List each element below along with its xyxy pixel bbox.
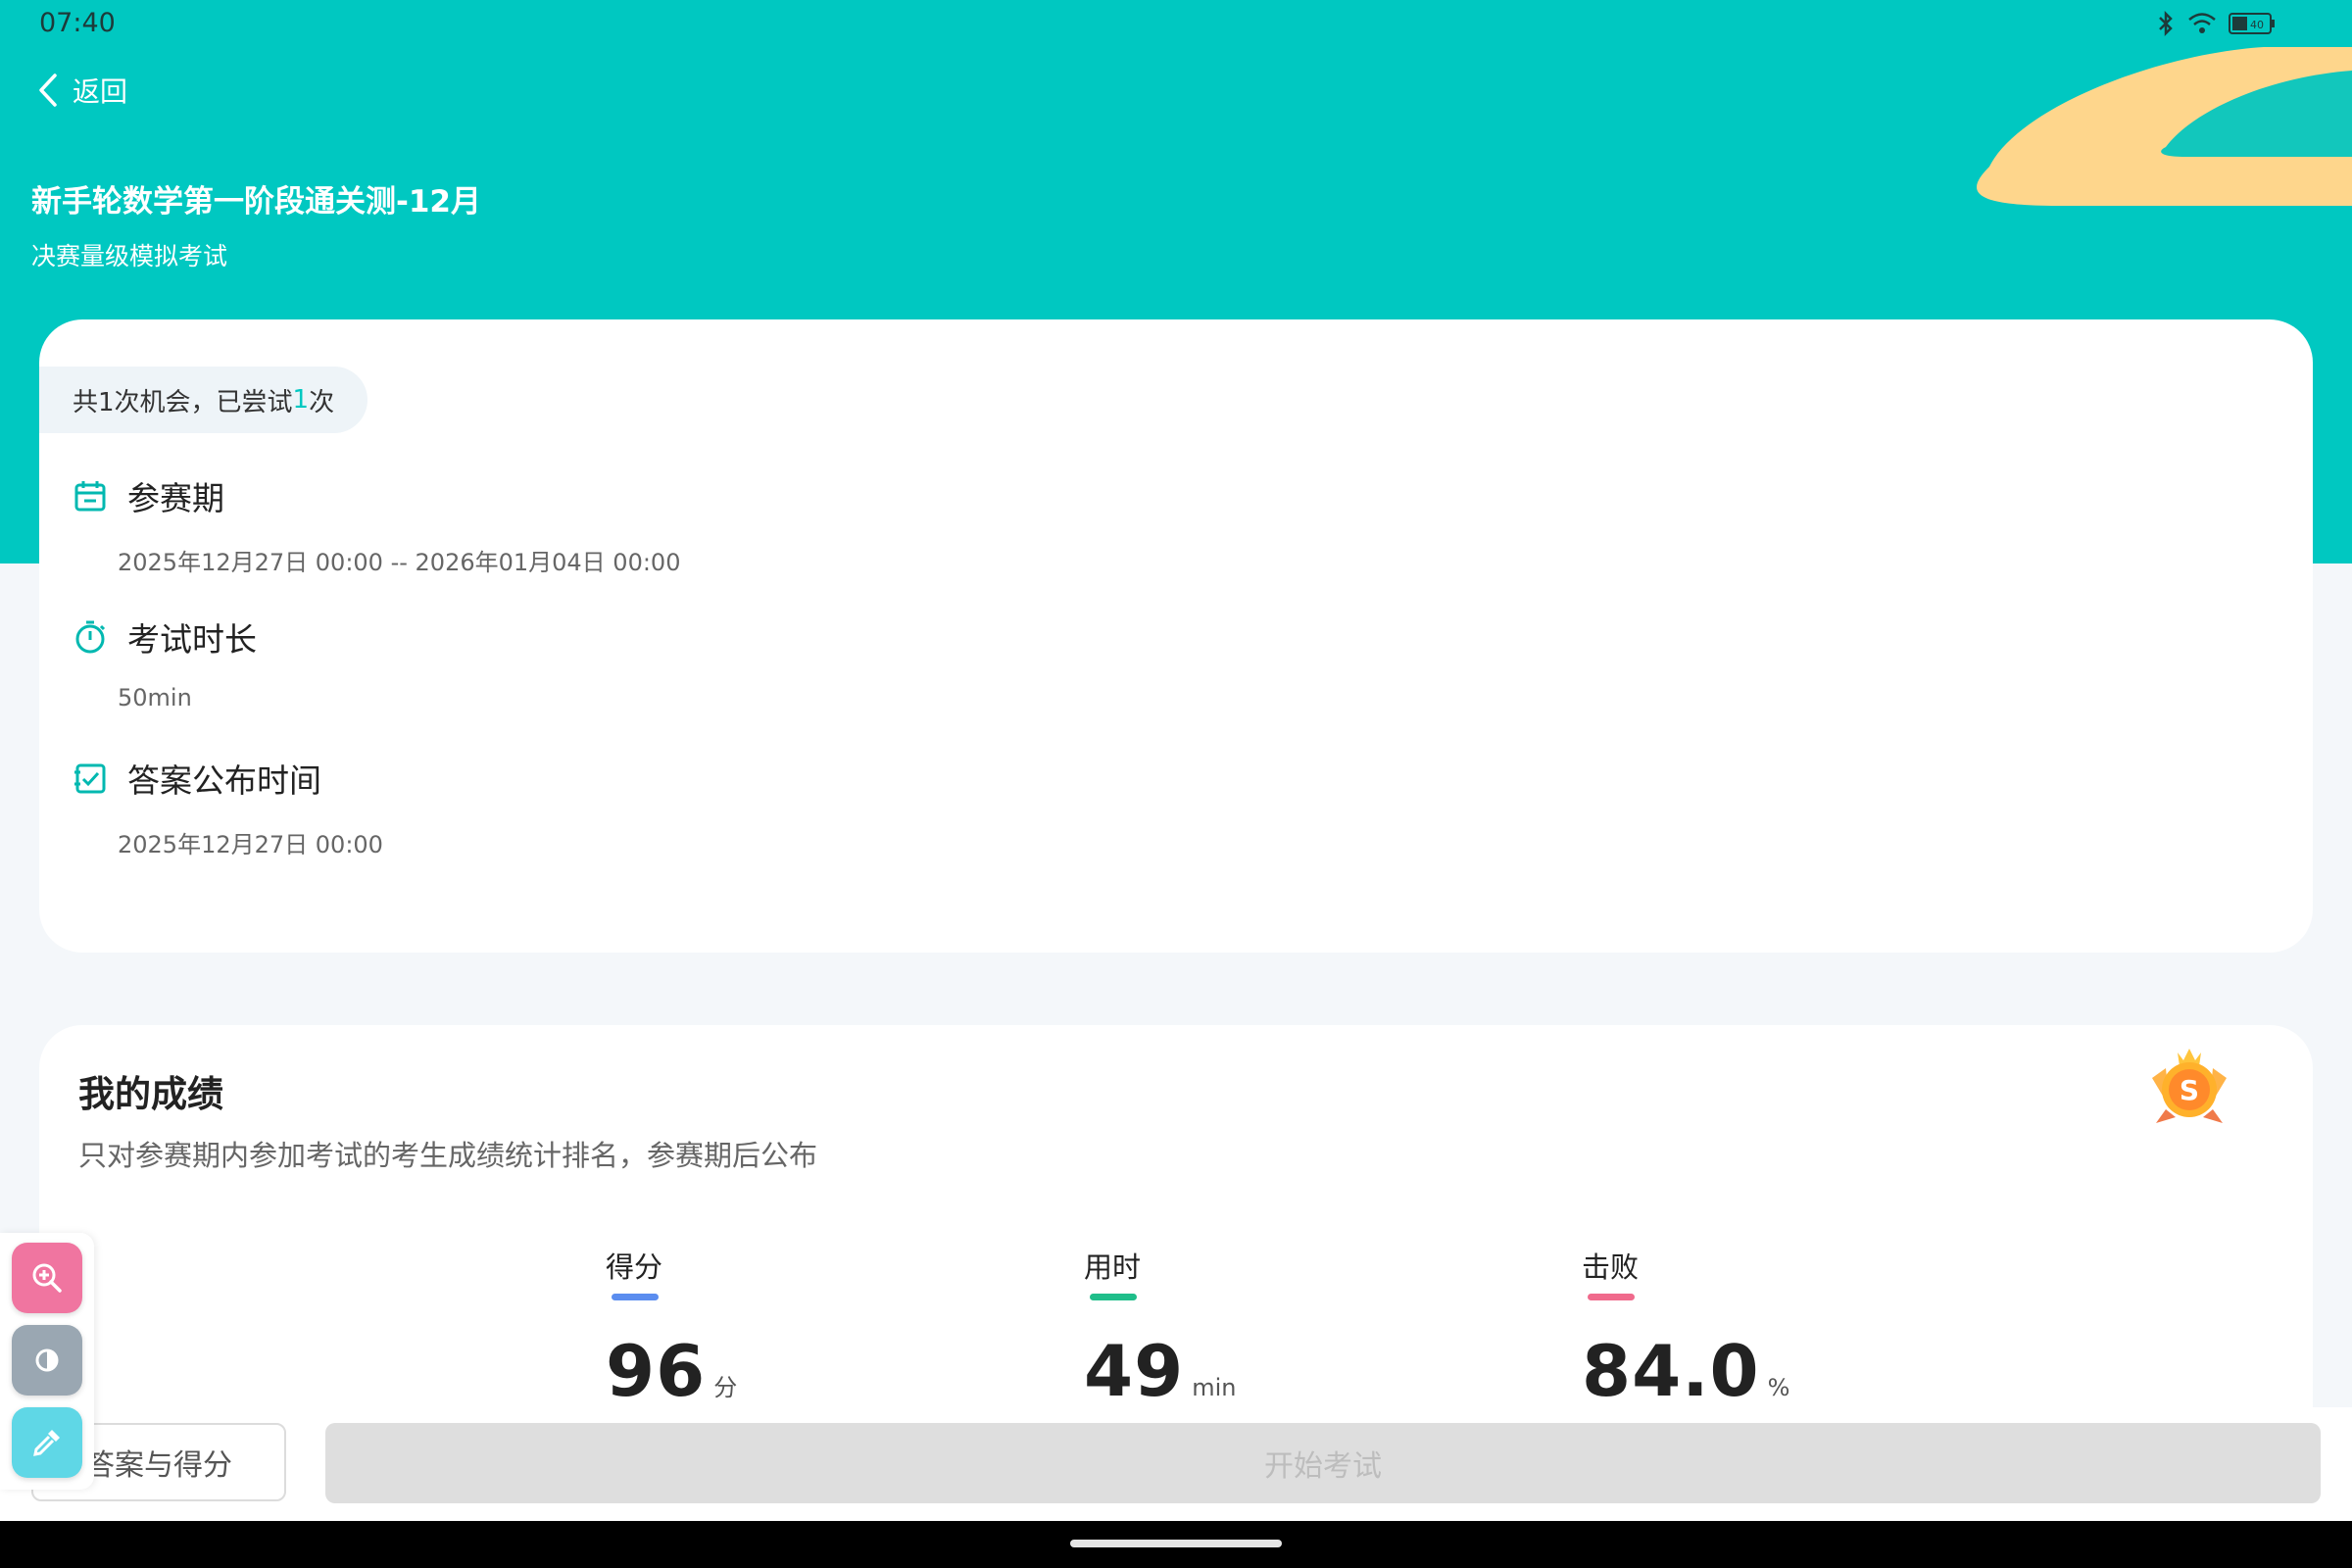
calendar-icon xyxy=(74,481,106,512)
duration-row: 考试时长 xyxy=(73,613,257,661)
score-description: 只对参赛期内参加考试的考生成绩统计排名，参赛期后公布 xyxy=(78,1139,818,1172)
back-button[interactable]: 返回 xyxy=(37,71,127,110)
stopwatch-icon xyxy=(75,620,106,654)
metric-beat-label: 击败 xyxy=(1582,1250,1640,1284)
metric-beat-unit: % xyxy=(1767,1374,1790,1401)
start-exam-button[interactable]: 开始考试 xyxy=(325,1423,2321,1503)
chevron-left-icon xyxy=(39,74,57,107)
score-title: 我的成绩 xyxy=(78,1073,223,1115)
medal-icon: S xyxy=(2152,1049,2227,1123)
metric-time-unit: min xyxy=(1192,1374,1237,1401)
period-value: 2025年12月27日 00:00 -- 2026年01月04日 00:00 xyxy=(118,549,681,576)
duration-value: 50min xyxy=(118,684,192,711)
answer-time-row: 答案公布时间 xyxy=(73,755,321,802)
checklist-icon xyxy=(74,763,106,794)
color-picker-tool-button[interactable] xyxy=(12,1407,82,1478)
metric-score-underline xyxy=(612,1294,659,1300)
battery-level: 40 xyxy=(2250,19,2264,31)
chance-prefix: 共1次机会，已尝试 xyxy=(73,387,293,417)
status-time: 07:40 xyxy=(39,8,116,38)
zoom-tool-button[interactable] xyxy=(12,1243,82,1313)
period-row: 参赛期 xyxy=(73,472,224,519)
metric-time-value: 49 xyxy=(1084,1330,1185,1412)
metric-beat-underline xyxy=(1588,1294,1635,1300)
contrast-tool-button[interactable] xyxy=(12,1325,82,1396)
bluetooth-icon xyxy=(2159,10,2173,37)
metric-score-unit: 分 xyxy=(713,1374,738,1401)
metric-score-value: 96 xyxy=(606,1330,707,1412)
duration-title: 考试时长 xyxy=(127,620,257,659)
page-subtitle: 决赛量级模拟考试 xyxy=(31,242,228,270)
eyedropper-icon xyxy=(33,1430,60,1456)
metric-beat: 击败 84.0 % xyxy=(1582,1245,1789,1412)
home-indicator[interactable] xyxy=(1070,1540,1282,1547)
metric-time-underline xyxy=(1090,1294,1137,1300)
chance-tried-count: 1 xyxy=(292,385,310,415)
back-label: 返回 xyxy=(73,75,128,108)
chance-badge: 共1次机会，已尝试 1 次 xyxy=(39,367,368,433)
chance-suffix: 次 xyxy=(309,387,335,417)
metric-score-label: 得分 xyxy=(606,1250,663,1284)
metric-beat-value: 84.0 xyxy=(1582,1330,1760,1412)
status-bar: 07:40 40 xyxy=(0,0,2352,49)
metric-time: 用时 49 min xyxy=(1084,1245,1236,1412)
medal-letter: S xyxy=(2180,1074,2199,1106)
wifi-icon xyxy=(2188,13,2216,33)
metric-time-label: 用时 xyxy=(1084,1250,1142,1284)
period-title: 参赛期 xyxy=(127,479,224,517)
page-title: 新手轮数学第一阶段通关测-12月 xyxy=(31,184,482,220)
status-icons: 40 xyxy=(2156,10,2276,37)
metric-score: 得分 96 分 xyxy=(606,1245,737,1412)
floating-toolbar xyxy=(12,1243,82,1490)
answer-time-value: 2025年12月27日 00:00 xyxy=(118,831,383,858)
zoom-in-icon xyxy=(32,1263,62,1293)
exam-info-card: 共1次机会，已尝试 1 次 参赛期 2025年12月27日 00:00 -- 202… xyxy=(39,319,2313,953)
answer-time-title: 答案公布时间 xyxy=(127,761,321,800)
battery-icon: 40 xyxy=(2229,13,2275,34)
contrast-icon xyxy=(35,1348,59,1372)
